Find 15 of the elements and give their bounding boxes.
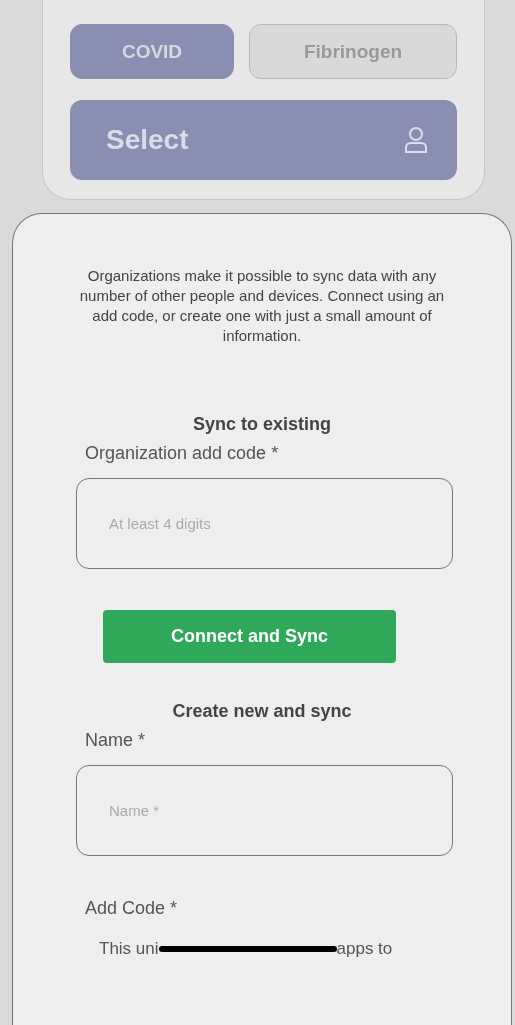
field-label: Name * bbox=[85, 730, 147, 751]
field-label: Add Code * bbox=[85, 898, 179, 919]
section-heading: Sync to existing bbox=[191, 414, 332, 435]
category-tab[interactable]: Fibrinogen bbox=[249, 24, 457, 79]
intro-text: Organizations make it possible to sync data with any number of other people and devices. Connect using an add code, or create one with just a small amount of information. bbox=[78, 266, 446, 346]
name-field[interactable]: Name * bbox=[76, 765, 453, 856]
select-button[interactable]: Select bbox=[70, 100, 457, 180]
category-tab[interactable]: COVID bbox=[70, 24, 234, 79]
hint-text: This uni bbox=[99, 939, 159, 959]
person-icon bbox=[403, 126, 429, 154]
connect-button[interactable]: Connect and Sync bbox=[103, 610, 396, 663]
hint-text: apps to bbox=[336, 939, 393, 959]
add-code-field[interactable]: At least 4 digits bbox=[76, 478, 453, 569]
field-label: Organization add code * bbox=[85, 443, 280, 464]
section-heading: Create new and sync bbox=[171, 701, 353, 722]
